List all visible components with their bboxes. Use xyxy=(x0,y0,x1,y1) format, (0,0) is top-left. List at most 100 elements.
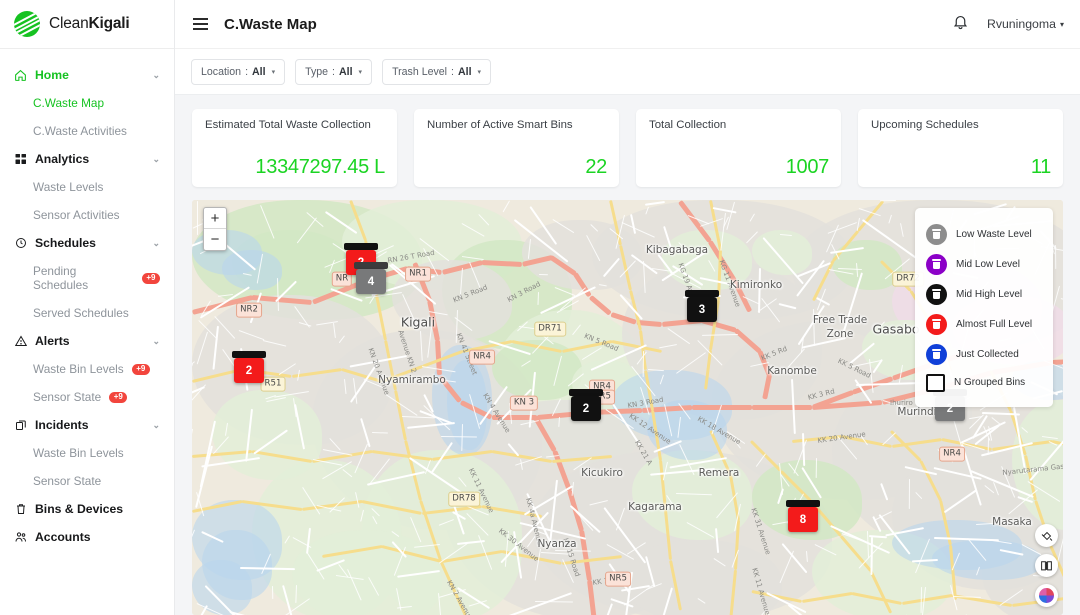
filter-trash-level[interactable]: Trash Level : All ▾ xyxy=(382,59,491,85)
sidebar-item-label: Analytics xyxy=(35,152,89,166)
legend-row: Low Waste Level xyxy=(924,219,1044,249)
sidebar-item-label: Sensor State xyxy=(33,390,101,404)
map-place-label: Murindi xyxy=(897,406,936,418)
zoom-out-button[interactable]: − xyxy=(204,229,226,250)
page-title: C.Waste Map xyxy=(224,16,317,33)
chevron-down-icon: ▾ xyxy=(478,68,482,76)
bin-glyph-icon xyxy=(932,259,941,269)
filter-location[interactable]: Location : All ▾ xyxy=(191,59,285,85)
stat-card-value: 11 xyxy=(871,156,1051,179)
map-cluster-marker[interactable]: 2 xyxy=(569,389,603,421)
filter-value: All xyxy=(252,66,266,78)
sidebar-item-label: Home xyxy=(35,68,69,82)
legend-row: Just Collected xyxy=(924,339,1044,369)
map-place-label: Kimironko xyxy=(730,279,782,291)
cluster-count: 2 xyxy=(571,396,601,421)
sidebar-item-label: C.Waste Map xyxy=(33,96,104,110)
trash-bin-icon xyxy=(926,284,947,305)
user-menu[interactable]: Rvuningoma ▾ xyxy=(987,17,1064,31)
status-badge: +9 xyxy=(109,392,127,403)
sidebar-item-incidents-sensor-state[interactable]: Sensor State xyxy=(0,467,174,495)
main-content: C.Waste Map Rvuningoma ▾ Location : All … xyxy=(175,0,1080,615)
filter-label: Type xyxy=(305,66,328,78)
filter-type[interactable]: Type : All ▾ xyxy=(295,59,372,85)
map-zoom-controls[interactable]: + − xyxy=(203,207,227,251)
sidebar-nav: Home ⌄ C.Waste Map C.Waste Activities An… xyxy=(0,49,174,551)
filter-separator: : xyxy=(451,66,454,78)
bell-icon[interactable] xyxy=(952,13,969,35)
sidebar-item-alerts-sensor-state[interactable]: Sensor State +9 xyxy=(0,383,174,411)
cluster-count: 3 xyxy=(687,297,717,322)
stat-card-title: Total Collection xyxy=(649,119,829,131)
map-route-shield: KN 3 xyxy=(510,396,538,411)
cluster-count: 8 xyxy=(788,507,818,532)
map-place-label: Kagarama xyxy=(628,501,682,513)
satellite-icon[interactable] xyxy=(1035,524,1058,547)
bin-lid-icon xyxy=(685,290,719,297)
brand[interactable]: CleanKigali xyxy=(0,0,174,49)
sidebar-item-analytics[interactable]: Analytics ⌄ xyxy=(0,145,174,173)
trash-bin-icon xyxy=(926,314,947,335)
filter-label: Trash Level xyxy=(392,66,447,78)
sidebar-item-alerts-waste-bin-levels[interactable]: Waste Bin Levels +9 xyxy=(0,355,174,383)
map-place-label: Remera xyxy=(699,467,740,479)
users-icon xyxy=(14,531,27,544)
zoom-in-button[interactable]: + xyxy=(204,208,226,229)
bin-glyph-icon xyxy=(932,349,941,359)
stat-card-total-collection: Total Collection 1007 xyxy=(636,109,841,187)
bin-lid-icon xyxy=(569,389,603,396)
sidebar-item-incidents[interactable]: Incidents ⌄ xyxy=(0,411,174,439)
sidebar-item-alerts[interactable]: Alerts ⌄ xyxy=(0,327,174,355)
filter-label: Location xyxy=(201,66,241,78)
home-icon xyxy=(14,69,27,82)
trash-icon xyxy=(14,503,27,516)
sidebar-item-label: Sensor State xyxy=(33,474,101,488)
sidebar-item-label: Sensor Activities xyxy=(33,208,120,222)
map-cluster-marker[interactable]: 8 xyxy=(786,500,820,532)
sidebar-item-waste-levels[interactable]: Waste Levels xyxy=(0,173,174,201)
bin-lid-icon xyxy=(354,262,388,269)
hamburger-icon[interactable] xyxy=(191,16,210,31)
map-side-controls xyxy=(1035,524,1058,607)
map-cluster-marker[interactable]: 3 xyxy=(685,290,719,322)
user-name: Rvuningoma xyxy=(987,17,1056,31)
legend-label: N Grouped Bins xyxy=(954,377,1025,388)
map-cluster-marker[interactable]: 4 xyxy=(354,262,388,294)
book-icon[interactable] xyxy=(1035,554,1058,577)
sidebar-item-cwaste-map[interactable]: C.Waste Map xyxy=(0,89,174,117)
map-place-label: Free Trade xyxy=(813,314,867,326)
map-cluster-marker[interactable]: 2 xyxy=(232,351,266,383)
brand-name-light: Clean xyxy=(49,15,89,32)
legend-label: Mid Low Level xyxy=(956,259,1020,270)
sidebar-item-sensor-activities[interactable]: Sensor Activities xyxy=(0,201,174,229)
sidebar-item-bins-and-devices[interactable]: Bins & Devices xyxy=(0,495,174,523)
map-place-label: Gasabo xyxy=(872,322,919,337)
map[interactable]: RN 26 T Road KG 19 Avenue KG 11 Avenue Aven… xyxy=(192,200,1063,615)
sidebar-item-incidents-waste-bin-levels[interactable]: Waste Bin Levels xyxy=(0,439,174,467)
globe-icon[interactable] xyxy=(1035,584,1058,607)
stat-card-value: 13347297.45 L xyxy=(205,156,385,179)
chevron-down-icon: ⌄ xyxy=(152,336,160,347)
map-place-label: Nyanza xyxy=(537,538,576,550)
grouped-bins-icon xyxy=(926,374,945,392)
stat-card-value: 22 xyxy=(427,156,607,179)
sidebar-item-schedules[interactable]: Schedules ⌄ xyxy=(0,229,174,257)
copy-icon xyxy=(14,419,27,432)
status-badge: +9 xyxy=(142,273,160,284)
topbar: C.Waste Map Rvuningoma ▾ xyxy=(175,0,1080,49)
map-place-label: Zone xyxy=(827,328,854,340)
trash-bin-icon xyxy=(926,254,947,275)
sidebar-item-pending-schedules[interactable]: Pending Schedules +9 xyxy=(0,257,174,299)
sidebar-item-served-schedules[interactable]: Served Schedules xyxy=(0,299,174,327)
map-place-label: Kanombe xyxy=(767,365,817,377)
sidebar-item-home[interactable]: Home ⌄ xyxy=(0,61,174,89)
brand-name-bold: Kigali xyxy=(89,15,130,32)
sidebar-item-label: Schedules xyxy=(35,236,96,250)
filter-bar: Location : All ▾ Type : All ▾ Trash Leve… xyxy=(175,49,1080,95)
sidebar-item-accounts[interactable]: Accounts xyxy=(0,523,174,551)
clock-icon xyxy=(14,237,27,250)
legend-label: Almost Full Level xyxy=(956,319,1032,330)
legend-row: N Grouped Bins xyxy=(924,369,1044,396)
stat-card-value: 1007 xyxy=(649,156,829,179)
sidebar-item-cwaste-activities[interactable]: C.Waste Activities xyxy=(0,117,174,145)
